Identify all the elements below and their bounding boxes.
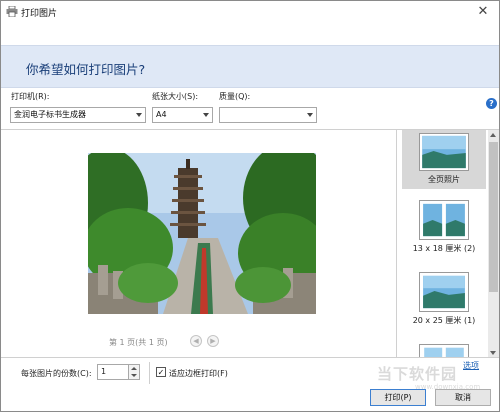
layout-item-13x18[interactable]: 13 x 18 厘米 (2): [402, 200, 486, 260]
checkmark-icon: ✓: [157, 368, 165, 377]
watermark-logo-text: 当下软件园: [377, 365, 458, 383]
close-button[interactable]: ✕: [473, 3, 493, 21]
print-button[interactable]: 打印(P): [370, 389, 426, 406]
quality-select[interactable]: [219, 107, 317, 123]
arrow-left-icon: ◀: [193, 337, 199, 345]
chevron-down-icon: [136, 113, 142, 117]
page-indicator: 第 1 页(共 1 页): [109, 338, 168, 347]
watermark-url: www.downxia.com: [415, 383, 481, 391]
preview-area: 第 1 页(共 1 页) ◀ ▶: [1, 130, 397, 358]
copies-label: 每张图片的份数(C):: [21, 369, 92, 378]
layout-thumbnail-full-page: [419, 133, 469, 171]
main-area: 第 1 页(共 1 页) ◀ ▶ 全页照片 13 x 18 厘米 (2) 20 …: [1, 129, 499, 358]
cancel-button[interactable]: 取消: [435, 389, 491, 406]
scroll-down-icon[interactable]: [490, 351, 496, 355]
layout-scrollbar[interactable]: [488, 130, 499, 358]
fit-frame-label: 适应边框打印(F): [169, 369, 228, 378]
layout-item-20x25[interactable]: 20 x 25 厘米 (1): [402, 272, 486, 332]
layout-item-full-page[interactable]: 全页照片: [402, 130, 486, 189]
copies-stepper[interactable]: [128, 364, 140, 380]
layout-label: 13 x 18 厘米 (2): [412, 244, 476, 253]
copies-input[interactable]: 1: [97, 364, 129, 380]
chevron-down-icon: [307, 113, 313, 117]
layout-panel: 全页照片 13 x 18 厘米 (2) 20 x 25 厘米 (1): [398, 130, 499, 358]
printer-select-value: 金润电子标书生成器: [14, 110, 86, 119]
window-title: 打印图片: [21, 9, 58, 19]
arrow-right-icon: ▶: [210, 337, 216, 345]
close-icon: ✕: [477, 4, 489, 19]
layout-label: 全页照片: [428, 175, 460, 184]
layout-label: 20 x 25 厘米 (1): [412, 316, 476, 325]
quality-label: 质量(Q):: [219, 92, 251, 101]
previous-page-button[interactable]: ◀: [190, 335, 202, 347]
paper-size-label: 纸张大小(S):: [152, 92, 199, 101]
fit-frame-checkbox[interactable]: ✓: [156, 367, 166, 377]
chevron-down-icon: [203, 113, 209, 117]
settings-row: 打印机(R): 金润电子标书生成器 纸张大小(S): A4 质量(Q): ?: [1, 88, 499, 129]
printer-select[interactable]: 金润电子标书生成器: [10, 107, 146, 123]
paper-size-value: A4: [156, 110, 167, 119]
dialog-header: 你希望如何打印图片?: [1, 45, 499, 88]
scroll-up-icon[interactable]: [490, 133, 496, 137]
next-page-button[interactable]: ▶: [207, 335, 219, 347]
page-title: 你希望如何打印图片?: [26, 62, 146, 77]
photo-preview: [88, 153, 316, 314]
options-link[interactable]: 选项: [463, 360, 479, 371]
printer-icon: [6, 6, 18, 17]
scrollbar-thumb[interactable]: [489, 142, 498, 292]
layout-thumbnail-13x18: [419, 200, 469, 240]
help-icon[interactable]: ?: [486, 98, 497, 109]
printer-label: 打印机(R):: [11, 92, 50, 101]
print-pictures-dialog: 打印图片 ✕ 你希望如何打印图片? 打印机(R): 金润电子标书生成器 纸张大小…: [0, 0, 500, 412]
layout-thumbnail-more: [419, 344, 469, 358]
stepper-down-icon[interactable]: [131, 374, 137, 377]
paper-size-select[interactable]: A4: [152, 107, 213, 123]
layout-item-more[interactable]: [402, 344, 486, 358]
stepper-up-icon[interactable]: [131, 367, 137, 370]
title-bar: 打印图片 ✕: [1, 1, 499, 23]
divider: [149, 362, 150, 384]
copies-value: 1: [101, 367, 107, 376]
layout-thumbnail-20x25: [419, 272, 469, 312]
layout-list: 全页照片 13 x 18 厘米 (2) 20 x 25 厘米 (1): [398, 130, 488, 358]
